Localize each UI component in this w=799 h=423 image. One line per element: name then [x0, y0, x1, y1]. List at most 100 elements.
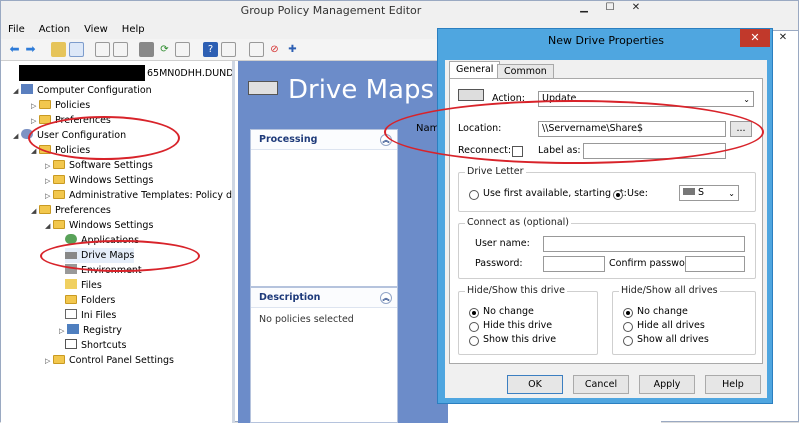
- show-tree-icon[interactable]: [69, 42, 84, 57]
- tree-item-windows-settings[interactable]: ◢ Windows Settings: [45, 218, 153, 233]
- processing-panel: Processing ︽: [250, 129, 398, 287]
- expand-icon[interactable]: ◢: [45, 219, 53, 234]
- collapse-icon[interactable]: ▷: [45, 354, 53, 369]
- hide-all-drives-radio[interactable]: [623, 322, 633, 332]
- shortcut-icon: [65, 339, 77, 349]
- drive-icon: [683, 188, 695, 195]
- tree-item-registry[interactable]: ▷ Registry: [59, 323, 122, 338]
- annotation-ellipse-drive-maps: [40, 240, 200, 272]
- redacted-block: [19, 65, 145, 81]
- side-panel-background: Processing ︽ Description ︽ No policies sel…: [238, 117, 448, 423]
- chevron-down-icon: ⌄: [728, 189, 735, 198]
- hide-show-all-group: Hide/Show all drives No change Hide all …: [612, 285, 756, 355]
- apply-button[interactable]: Apply: [639, 375, 695, 394]
- drive-letter-group: Drive Letter Use first available, starti…: [458, 166, 756, 212]
- properties-icon[interactable]: [221, 42, 236, 57]
- tree-item-folders[interactable]: Folders: [65, 293, 115, 308]
- tree-item-policies[interactable]: ▷ Policies: [31, 98, 90, 113]
- tree-root[interactable]: 65MN0DHH.DUNDE: [147, 66, 232, 81]
- folder-icon: [39, 205, 51, 214]
- hide-this-drive-radio[interactable]: [469, 322, 479, 332]
- use-radio[interactable]: [613, 190, 623, 200]
- all-no-change-label: No change: [637, 306, 688, 317]
- tab-common[interactable]: Common: [497, 64, 554, 79]
- confirm-password-input[interactable]: [685, 256, 745, 272]
- help-button[interactable]: Help: [705, 375, 761, 394]
- add-icon[interactable]: ✚: [285, 42, 300, 57]
- drive-maps-icon: [248, 81, 278, 95]
- registry-icon: [67, 324, 79, 334]
- disable-icon[interactable]: [249, 42, 264, 57]
- ok-button[interactable]: OK: [507, 375, 563, 394]
- connect-as-group-title: Connect as (optional): [465, 217, 572, 228]
- new-drive-properties-dialog: New Drive Properties ✕ General Common Ac…: [437, 28, 773, 404]
- expand-icon[interactable]: ◢: [31, 204, 39, 219]
- description-panel: Description ︽ No policies selected: [250, 287, 398, 423]
- expand-icon[interactable]: ◢: [13, 84, 21, 99]
- back-icon[interactable]: ⬅: [7, 42, 22, 57]
- folder-icon: [53, 190, 65, 199]
- use-label: Use:: [627, 188, 648, 199]
- cancel-button[interactable]: Cancel: [573, 375, 629, 394]
- annotation-ellipse-user-configuration: [28, 116, 180, 160]
- up-icon[interactable]: [51, 42, 66, 57]
- page-title: Drive Maps: [288, 75, 434, 105]
- collapse-icon[interactable]: ▷: [45, 189, 53, 204]
- description-header: Description ︽: [251, 288, 397, 308]
- close-icon[interactable]: ✕: [623, 1, 649, 17]
- menu-help[interactable]: Help: [115, 21, 152, 39]
- show-all-drives-radio[interactable]: [623, 336, 633, 346]
- tree-item-computer-configuration[interactable]: ◢ Computer Configuration: [13, 83, 152, 98]
- hide-this-drive-label: Hide this drive: [483, 320, 553, 331]
- drive-letter-select[interactable]: S ⌄: [679, 185, 739, 201]
- use-first-radio[interactable]: [469, 190, 479, 200]
- tree-item-preferences[interactable]: ◢ Preferences: [31, 203, 111, 218]
- collapse-icon[interactable]: ▷: [31, 99, 39, 114]
- description-text: No policies selected: [259, 314, 354, 325]
- forward-icon[interactable]: ➡: [23, 42, 38, 57]
- processing-header: Processing ︽: [251, 130, 397, 150]
- annotation-ellipse-location: [384, 100, 764, 164]
- collapse-icon[interactable]: ▷: [45, 159, 53, 174]
- chevron-down-icon: ⌄: [743, 95, 750, 104]
- folder-icon: [39, 100, 51, 109]
- folder-icon: [65, 295, 77, 304]
- collapse-icon[interactable]: ▷: [45, 174, 53, 189]
- close-icon[interactable]: ✕: [740, 29, 770, 47]
- stop-icon[interactable]: ⊘: [267, 42, 282, 57]
- tree-item-shortcuts[interactable]: Shortcuts: [65, 338, 126, 353]
- password-input[interactable]: [543, 256, 605, 272]
- tree-item-administrative-templates[interactable]: ▷ Administrative Templates: Policy def: [45, 188, 232, 204]
- copy-icon[interactable]: [95, 42, 110, 57]
- menu-view[interactable]: View: [77, 21, 115, 39]
- print-icon[interactable]: [139, 42, 154, 57]
- menu-file[interactable]: File: [1, 21, 32, 39]
- folder-icon: [53, 355, 65, 364]
- tree-item-files[interactable]: Files: [65, 278, 102, 293]
- computer-icon: [21, 84, 33, 94]
- drive-no-change-radio[interactable]: [469, 308, 479, 318]
- hide-show-drive-group: Hide/Show this drive No change Hide this…: [458, 285, 598, 355]
- drive-no-change-label: No change: [483, 306, 534, 317]
- expand-icon[interactable]: ◢: [13, 129, 21, 144]
- collapse-icon[interactable]: ▷: [59, 324, 67, 339]
- files-icon: [65, 279, 77, 289]
- tree-item-software-settings[interactable]: ▷ Software Settings: [45, 158, 153, 173]
- password-label: Password:: [475, 258, 523, 269]
- tree-item-ini-files[interactable]: Ini Files: [65, 308, 116, 323]
- tree-item-windows-settings[interactable]: ▷ Windows Settings: [45, 173, 153, 188]
- collapse-chevron-icon[interactable]: ︽: [380, 292, 392, 304]
- menu-action[interactable]: Action: [32, 21, 77, 39]
- minimize-icon[interactable]: ▁: [571, 1, 597, 17]
- refresh-icon[interactable]: ⟳: [157, 42, 172, 57]
- paste-icon[interactable]: [113, 42, 128, 57]
- help-icon[interactable]: ?: [203, 42, 218, 57]
- hide-show-all-group-title: Hide/Show all drives: [619, 285, 720, 296]
- username-input[interactable]: [543, 236, 745, 252]
- export-icon[interactable]: [175, 42, 190, 57]
- tab-general[interactable]: General: [449, 61, 501, 79]
- show-this-drive-radio[interactable]: [469, 336, 479, 346]
- tree-item-control-panel-settings[interactable]: ▷ Control Panel Settings: [45, 353, 174, 368]
- all-no-change-radio[interactable]: [623, 308, 633, 318]
- maximize-icon[interactable]: ☐: [597, 1, 623, 17]
